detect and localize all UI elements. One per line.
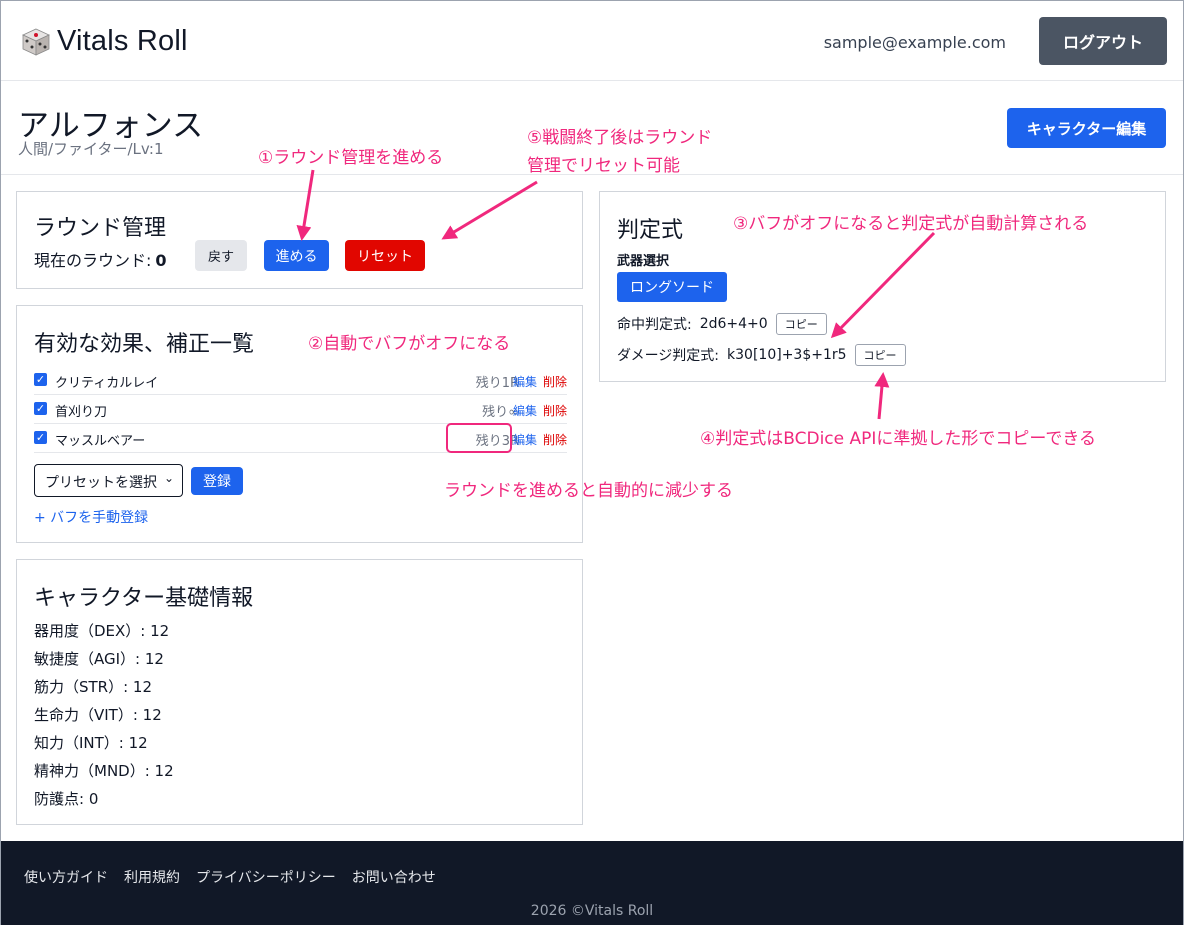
- stat-agi: 敏捷度（AGI）: 12: [34, 650, 164, 668]
- effect-name: クリティカルレイ: [55, 376, 159, 391]
- hit-formula: 命中判定式: 2d6+4+0 コピー: [617, 313, 827, 335]
- effect-delete-link[interactable]: 削除: [543, 402, 567, 419]
- footer-link-guide[interactable]: 使い方ガイド: [24, 867, 108, 887]
- annotation-2: ②自動でバフがオフになる: [308, 334, 511, 354]
- hit-formula-value: 2d6+4+0: [699, 316, 768, 332]
- footer-link-privacy[interactable]: プライバシーポリシー: [196, 867, 336, 887]
- round-label: 現在のラウンド:: [34, 251, 152, 270]
- annotation-4: ④判定式はBCDice APIに準拠した形でコピーできる: [700, 429, 1097, 449]
- footer-link-terms[interactable]: 利用規約: [124, 867, 180, 887]
- effect-name: 首刈り刀: [55, 405, 108, 420]
- effect-edit-link[interactable]: 編集: [513, 402, 537, 419]
- weapon-select-label: 武器選択: [617, 254, 670, 269]
- footer-links: 使い方ガイド 利用規約 プライバシーポリシー お問い合わせ: [24, 867, 436, 887]
- effect-delete-link[interactable]: 削除: [543, 431, 567, 448]
- stat-str: 筋力（STR）: 12: [34, 678, 153, 696]
- annotation-6: ラウンドを進めると自動的に減少する: [444, 481, 733, 501]
- footer-link-contact[interactable]: お問い合わせ: [352, 867, 436, 887]
- effect-row: ✓ 首刈り刀 残り∞ 編集 削除: [34, 395, 567, 424]
- round-title: ラウンド管理: [34, 216, 167, 241]
- damage-formula: ダメージ判定式: k30[10]+3$+1r5 コピー: [617, 344, 906, 366]
- preset-select-value: プリセットを選択: [45, 475, 157, 491]
- round-reset-button[interactable]: リセット: [345, 240, 425, 271]
- logout-button[interactable]: ログアウト: [1039, 17, 1167, 65]
- app-header: Vitals Roll sample@example.com ログアウト: [1, 1, 1183, 81]
- effect-row: ✓ クリティカルレイ 残り1R 編集 削除: [34, 366, 567, 395]
- damage-formula-label: ダメージ判定式:: [617, 348, 720, 364]
- add-manual-buff-link[interactable]: + バフを手動登録: [34, 507, 148, 527]
- copy-damage-formula-button[interactable]: コピー: [854, 344, 906, 366]
- stats-title: キャラクター基礎情報: [34, 586, 254, 611]
- stat-vit: 生命力（VIT）: 12: [34, 706, 162, 724]
- annotation-5-line2: 管理でリセット可能: [527, 156, 680, 176]
- copyright: 2026 ©Vitals Roll: [530, 903, 654, 919]
- annotation-5-line1: ⑤戦闘終了後はラウンド: [527, 128, 713, 148]
- copy-hit-formula-button[interactable]: コピー: [775, 313, 827, 335]
- character-subtitle: 人間/ファイター/Lv:1: [18, 140, 164, 158]
- stat-dex: 器用度（DEX）: 12: [34, 622, 170, 640]
- annotation-highlight-box: [446, 423, 512, 453]
- effect-delete-link[interactable]: 削除: [543, 373, 567, 390]
- round-next-button[interactable]: 進める: [264, 240, 329, 271]
- effect-edit-link[interactable]: 編集: [513, 373, 537, 390]
- stat-defense: 防護点: 0: [34, 790, 99, 808]
- round-status: 現在のラウンド: 0: [34, 247, 167, 271]
- register-preset-button[interactable]: 登録: [191, 467, 243, 495]
- user-email: sample@example.com: [823, 33, 1006, 52]
- edit-character-button[interactable]: キャラクター編集: [1007, 108, 1166, 148]
- stats-card: キャラクター基礎情報 器用度（DEX）: 12 敏捷度（AGI）: 12 筋力（…: [16, 559, 583, 825]
- effects-title: 有効な効果、補正一覧: [34, 332, 255, 357]
- round-card: ラウンド管理 現在のラウンド: 0 戻す 進める リセット: [16, 191, 583, 289]
- effect-name: マッスルベアー: [55, 434, 146, 449]
- brand[interactable]: Vitals Roll: [21, 25, 188, 58]
- damage-formula-value: k30[10]+3$+1r5: [727, 347, 847, 363]
- effect-checkbox[interactable]: ✓: [34, 431, 47, 444]
- preset-select[interactable]: プリセットを選択 ⌄: [34, 464, 183, 497]
- annotation-3: ③バフがオフになると判定式が自動計算される: [733, 214, 1089, 234]
- weapon-longsword-button[interactable]: ロングソード: [617, 272, 727, 302]
- annotation-1: ①ラウンド管理を進める: [258, 148, 444, 168]
- round-back-button[interactable]: 戻す: [195, 240, 247, 271]
- effect-checkbox[interactable]: ✓: [34, 402, 47, 415]
- brand-name: Vitals Roll: [57, 25, 188, 57]
- footer: 使い方ガイド 利用規約 プライバシーポリシー お問い合わせ 2026 ©Vita…: [1, 841, 1183, 925]
- effect-checkbox[interactable]: ✓: [34, 373, 47, 386]
- formula-title: 判定式: [617, 218, 684, 243]
- stat-mnd: 精神力（MND）: 12: [34, 762, 174, 780]
- chevron-down-icon: ⌄: [163, 471, 174, 485]
- effect-edit-link[interactable]: 編集: [513, 431, 537, 448]
- round-value: 0: [155, 251, 167, 270]
- hit-formula-label: 命中判定式:: [617, 317, 692, 333]
- stat-int: 知力（INT）: 12: [34, 734, 148, 752]
- dice-icon: [21, 27, 51, 57]
